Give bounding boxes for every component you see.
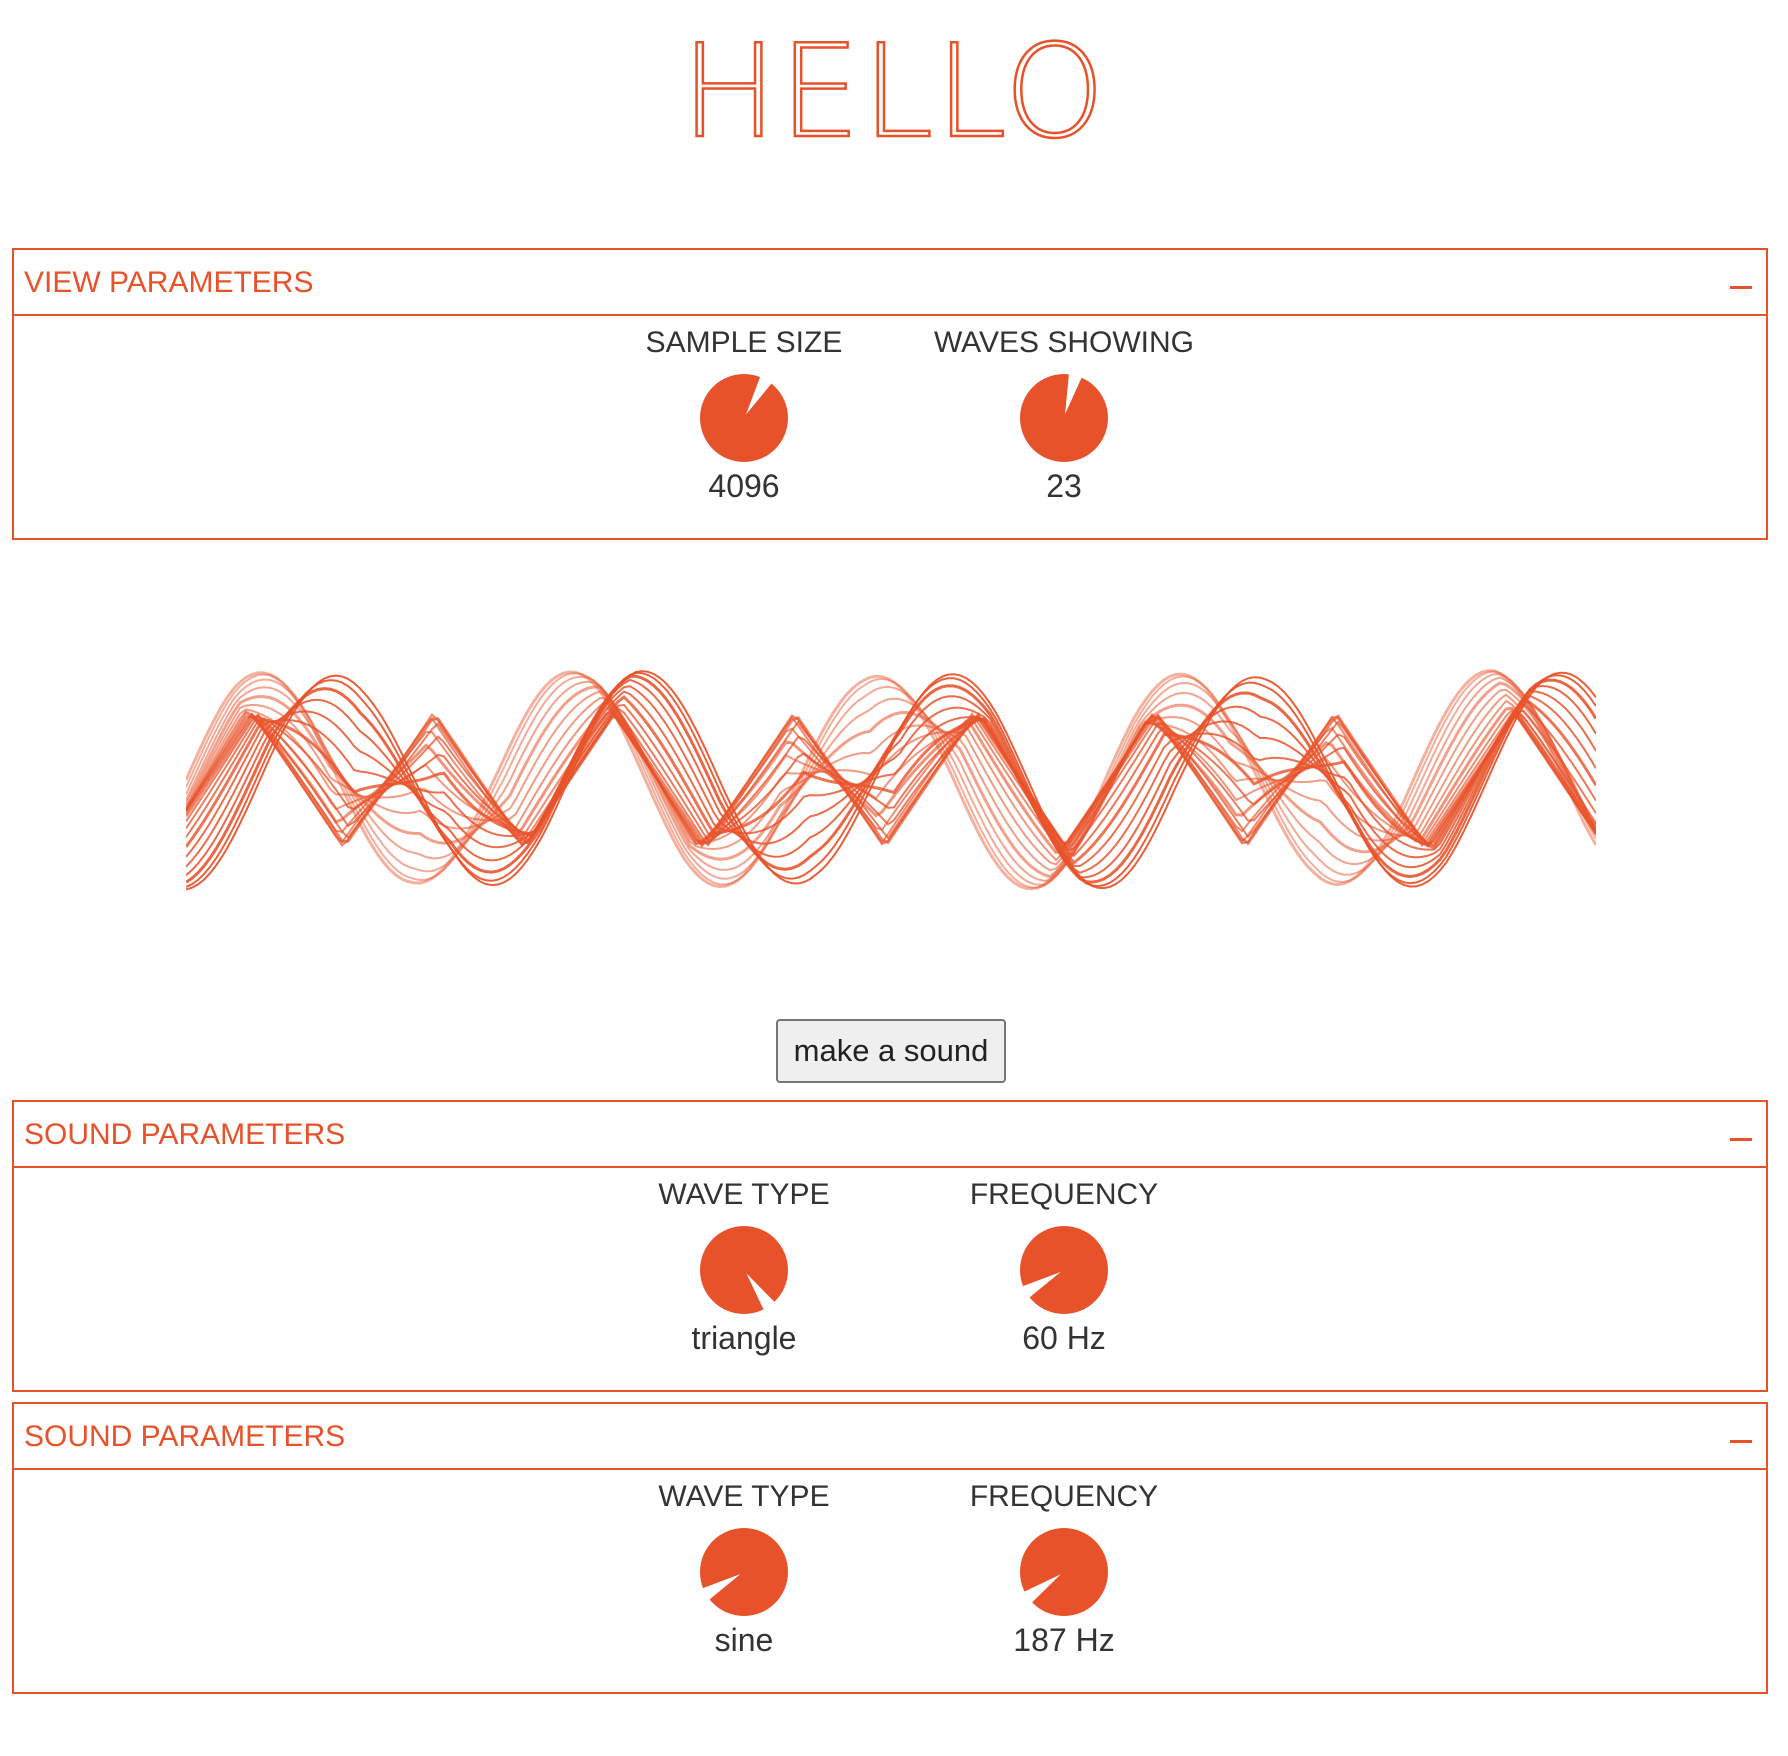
panel-header[interactable]: SOUND PARAMETERS	[14, 1404, 1766, 1470]
wave-type-knob[interactable]	[700, 1226, 788, 1314]
control-value: 187 Hz	[1013, 1622, 1115, 1658]
panel-body: SAMPLE SIZE 4096 WAVES SHOWING 23	[14, 316, 1766, 536]
knob-dial	[700, 1226, 788, 1314]
control-value: 60 Hz	[1022, 1320, 1106, 1356]
frequency-knob[interactable]	[1020, 1528, 1108, 1616]
waves-showing-knob[interactable]	[1020, 374, 1108, 462]
wave-type-knob[interactable]	[700, 1528, 788, 1616]
control-label: WAVE TYPE	[658, 1480, 830, 1513]
make-a-sound-button[interactable]: make a sound	[776, 1019, 1006, 1083]
minus-icon[interactable]	[1728, 1116, 1754, 1156]
frequency-knob[interactable]	[1020, 1226, 1108, 1314]
page-title: HELLO	[680, 18, 1107, 167]
sound-parameters-panel: SOUND PARAMETERS WAVE TYPE sine FREQUENC…	[12, 1402, 1768, 1694]
control-label: FREQUENCY	[969, 1178, 1159, 1211]
control-value: sine	[714, 1622, 774, 1658]
panel-title: SOUND PARAMETERS	[24, 1420, 346, 1453]
knob-dial	[1020, 374, 1108, 462]
knob-dial	[700, 374, 788, 462]
control-label: WAVE TYPE	[658, 1178, 830, 1211]
control-value: 23	[1046, 468, 1082, 504]
panel-title: SOUND PARAMETERS	[24, 1118, 346, 1151]
minus-icon[interactable]	[1728, 1418, 1754, 1458]
panel-header[interactable]: VIEW PARAMETERS	[14, 250, 1766, 316]
knob-dial	[1020, 1528, 1108, 1616]
panel-body: WAVE TYPE triangle FREQUENCY 60 Hz	[14, 1168, 1766, 1388]
knob-dial	[700, 1528, 788, 1616]
control-value: 4096	[708, 468, 780, 504]
panel-header[interactable]: SOUND PARAMETERS	[14, 1102, 1766, 1168]
knob-dial	[1020, 1226, 1108, 1314]
view-parameters-panel: VIEW PARAMETERS SAMPLE SIZE 4096 WAVES S…	[12, 248, 1768, 540]
control-label: SAMPLE SIZE	[645, 326, 843, 359]
control-label: FREQUENCY	[969, 1480, 1159, 1513]
panel-title: VIEW PARAMETERS	[24, 266, 314, 299]
sound-parameters-panel: SOUND PARAMETERS WAVE TYPE triangle FREQ…	[12, 1100, 1768, 1392]
panel-body: WAVE TYPE sine FREQUENCY 187 Hz	[14, 1470, 1766, 1690]
minus-icon[interactable]	[1728, 264, 1754, 304]
waveform-display	[186, 669, 1596, 891]
sample-size-knob[interactable]	[700, 374, 788, 462]
control-label: WAVES SHOWING	[933, 326, 1194, 359]
control-value: triangle	[691, 1320, 797, 1356]
